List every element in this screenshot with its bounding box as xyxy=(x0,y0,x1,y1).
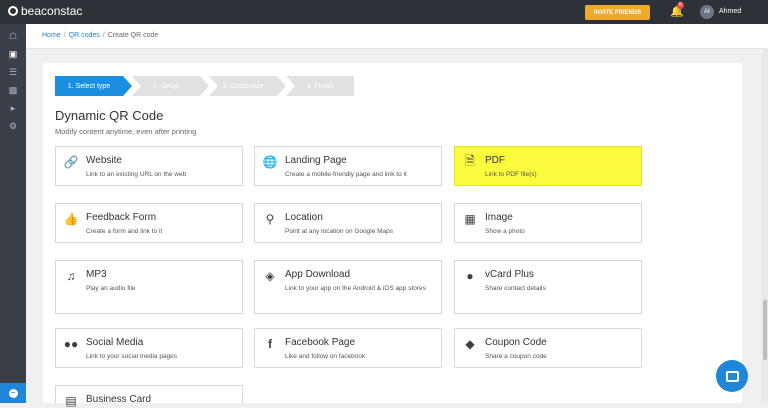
card-name: Social Media xyxy=(86,337,144,348)
card-image[interactable]: ▦ Image Show a photo xyxy=(454,203,642,243)
card-name: Facebook Page xyxy=(285,337,356,348)
card-name: MP3 xyxy=(86,269,107,280)
card-description: Like and follow on facebook xyxy=(285,353,366,360)
card-name: Feedback Form xyxy=(86,212,157,223)
step-customize[interactable]: 3. Customize xyxy=(209,76,286,96)
chat-button[interactable] xyxy=(716,360,748,392)
card-mp3[interactable]: ♫ MP3 Play an audio file xyxy=(55,260,243,314)
link-icon: 🔗 xyxy=(63,155,79,169)
notification-badge: 8 xyxy=(677,2,684,9)
page-subtitle: Modify content anytime, even after print… xyxy=(55,127,197,136)
breadcrumb-bar: Home / QR codes / Create QR code xyxy=(26,24,768,49)
card-name: Business Card xyxy=(86,394,152,405)
logo-mark-icon xyxy=(8,6,18,16)
map-marker-icon: ⚲ xyxy=(265,212,275,226)
username[interactable]: Ahmed xyxy=(719,8,741,15)
card-description: Show a photo xyxy=(485,228,525,235)
step-label: 1. Select type xyxy=(67,82,111,90)
card-business-card[interactable]: ▤ Business Card xyxy=(55,385,243,408)
card-description: Create a mobile-friendly page and link t… xyxy=(285,171,407,178)
help-button[interactable]: − xyxy=(0,383,26,403)
android-icon: ◈ xyxy=(265,269,275,283)
breadcrumb: Home / QR codes / Create QR code xyxy=(42,32,158,39)
avatar-initials: AI xyxy=(704,9,710,15)
card-description: Link to your app on the Android & iOS ap… xyxy=(285,285,426,292)
breadcrumb-qr-codes-link[interactable]: QR codes xyxy=(69,32,100,39)
card-landing-page[interactable]: 🌐 Landing Page Create a mobile-friendly … xyxy=(254,146,442,186)
card-location[interactable]: ⚲ Location Point at any location on Goog… xyxy=(254,203,442,243)
card-description: Share contact details xyxy=(485,285,546,292)
wizard-steps: 1. Select type 2. Setup 3. Customize 4. … xyxy=(55,76,354,96)
step-select-type[interactable]: 1. Select type xyxy=(55,76,132,96)
card-name: Coupon Code xyxy=(485,337,547,348)
card-name: App Download xyxy=(285,269,351,280)
card-name: PDF xyxy=(485,155,505,166)
scrollbar-thumb[interactable] xyxy=(763,300,767,360)
step-finish[interactable]: 4. Finish xyxy=(286,76,354,96)
settings-icon[interactable]: ⚙ xyxy=(7,120,19,132)
dashboard-icon[interactable]: ☖ xyxy=(7,30,19,42)
step-label: 3. Customize xyxy=(222,82,264,90)
card-description: Create a form and link to it xyxy=(86,228,163,235)
avatar[interactable]: AI xyxy=(700,5,714,19)
breadcrumb-current: Create QR code xyxy=(107,32,159,39)
music-note-icon: ♫ xyxy=(66,269,76,283)
step-label: 2. Setup xyxy=(152,82,180,90)
card-social-media[interactable]: ●● Social Media Link to your social medi… xyxy=(55,328,243,368)
card-feedback-form[interactable]: 👍 Feedback Form Create a form and link t… xyxy=(55,203,243,243)
list-icon[interactable]: ☰ xyxy=(7,66,19,78)
breadcrumb-separator: / xyxy=(102,32,105,39)
card-pdf[interactable]: 🗎 PDF Link to PDF file(s) xyxy=(454,146,642,186)
card-name: Image xyxy=(485,212,513,223)
qr-code-icon[interactable]: ▣ xyxy=(7,48,19,60)
users-icon: ●● xyxy=(63,337,79,351)
card-description: Link to your social media pages xyxy=(86,353,178,360)
card-name: Landing Page xyxy=(285,155,347,166)
card-description: Link to an existing URL on the web xyxy=(86,171,187,178)
sidebar: ☖ ▣ ☰ ▩ ▸ ⚙ xyxy=(0,24,26,403)
chat-icon xyxy=(725,370,739,382)
image-icon: ▦ xyxy=(464,212,476,226)
card-description: Play an audio file xyxy=(86,285,136,292)
card-app-download[interactable]: ◈ App Download Link to your app on the A… xyxy=(254,260,442,314)
user-icon: ● xyxy=(466,269,474,283)
globe-icon: 🌐 xyxy=(262,155,278,169)
help-icon: − xyxy=(8,388,18,398)
megaphone-icon[interactable]: ▸ xyxy=(7,102,19,114)
card-website[interactable]: 🔗 Website Link to an existing URL on the… xyxy=(55,146,243,186)
page-title: Dynamic QR Code xyxy=(55,108,164,123)
invite-friends-label: INVITE FRIENDS xyxy=(593,9,642,16)
beaconstac-logo[interactable]: beaconstac xyxy=(8,4,82,18)
logo-text: beaconstac xyxy=(21,4,83,18)
card-coupon-code[interactable]: ◆ Coupon Code Share a coupon code xyxy=(454,328,642,368)
facebook-icon: f xyxy=(268,337,272,351)
card-name: Location xyxy=(285,212,323,223)
card-facebook-page[interactable]: f Facebook Page Like and follow on faceb… xyxy=(254,328,442,368)
thumbs-up-icon: 👍 xyxy=(63,212,79,226)
card-description: Point at any location on Google Maps xyxy=(285,228,394,235)
analytics-icon[interactable]: ▩ xyxy=(7,84,19,96)
breadcrumb-separator: / xyxy=(63,32,66,39)
step-setup[interactable]: 2. Setup xyxy=(132,76,209,96)
breadcrumb-home-link[interactable]: Home xyxy=(42,32,61,39)
card-icon: ▤ xyxy=(65,394,77,408)
card-name: vCard Plus xyxy=(485,269,534,280)
top-navigation-bar: beaconstac INVITE FRIENDS 🔔 8 AI Ahmed xyxy=(0,0,768,24)
card-description: Link to PDF file(s) xyxy=(485,171,537,178)
pdf-icon: 🗎 xyxy=(465,153,475,168)
card-description: Share a coupon code xyxy=(485,353,547,360)
card-name: Website xyxy=(86,155,122,166)
tag-icon: ◆ xyxy=(465,337,475,351)
invite-friends-button[interactable]: INVITE FRIENDS xyxy=(585,5,650,20)
step-label: 4. Finish xyxy=(306,82,334,90)
card-vcard-plus[interactable]: ● vCard Plus Share contact details xyxy=(454,260,642,314)
